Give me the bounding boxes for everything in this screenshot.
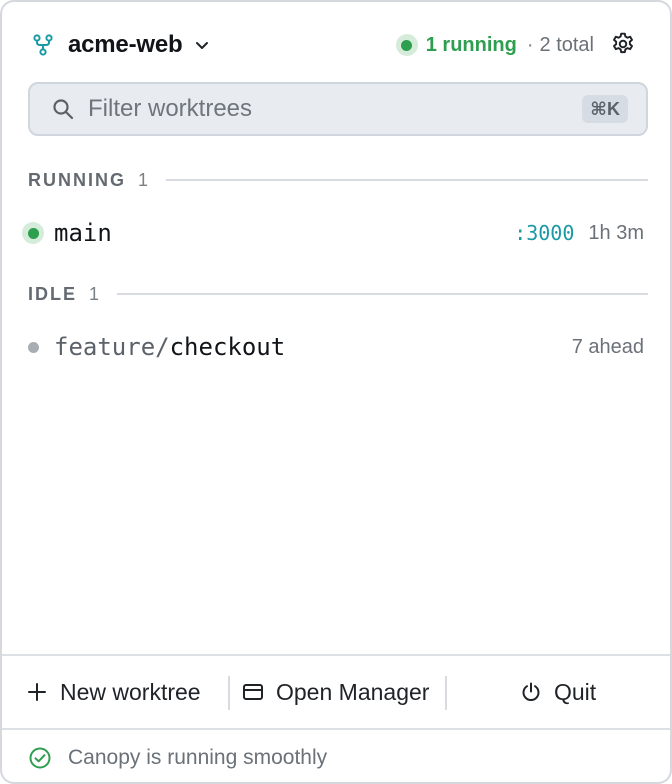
search-shortcut-badge: ⌘K [582,95,628,123]
running-count: 1 running [425,33,517,56]
running-status-icon [22,222,44,244]
worktree-meta: :3000 1h 3m [514,221,644,245]
repo-switcher[interactable]: acme-web [32,28,210,62]
footer-divider [228,676,230,710]
worktree-name: main [54,219,112,247]
summary-separator: · [526,33,534,56]
footer-divider [445,676,447,710]
plus-icon [26,681,60,703]
worktree-row-feature-checkout[interactable]: feature/checkout 7 ahead [2,325,670,369]
worktree-row-main[interactable]: main :3000 1h 3m [2,211,670,255]
git-branch-icon [32,34,54,56]
section-divider [117,293,648,295]
search-icon [52,98,74,120]
worktree-port-link[interactable]: :3000 [514,221,574,245]
power-icon [520,681,554,703]
open-manager-button[interactable]: Open Manager [242,656,429,728]
section-title: IDLE [28,283,78,304]
search-box: ⌘K [28,82,648,136]
gear-icon[interactable] [610,31,636,57]
check-circle-icon [28,746,52,770]
branch-name: checkout [169,333,286,361]
idle-section-header: IDLE 1 [28,282,648,306]
worktree-uptime: 1h 3m [588,221,644,244]
branch-prefix: feature/ [54,333,170,361]
repo-name: acme-web [68,31,183,58]
section-count: 1 [89,283,100,304]
section-count: 1 [138,169,149,190]
open-manager-label: Open Manager [276,678,430,705]
running-section-header: RUNNING 1 [28,168,648,192]
chevron-down-icon [194,37,210,53]
worktree-ahead-count: 7 ahead [571,335,644,358]
running-status-icon [395,34,418,56]
total-count: 2 total [539,33,594,56]
status-bar: Canopy is running smoothly [2,728,670,782]
canopy-popover: acme-web 1 running · 2 total ⌘K [0,0,672,784]
quit-label: Quit [554,678,597,705]
footer-actions: New worktree Open Manager Quit [2,654,670,728]
section-divider [166,179,648,181]
new-worktree-label: New worktree [60,678,201,705]
worktree-meta: 7 ahead [572,336,644,359]
worktree-name: feature/checkout [54,333,285,361]
quit-button[interactable]: Quit [520,656,596,728]
header: acme-web 1 running · 2 total [2,2,670,82]
status-message: Canopy is running smoothly [68,746,328,769]
idle-status-icon [22,336,44,358]
running-summary: 1 running · 2 total [395,32,594,58]
window-icon [242,681,276,703]
new-worktree-button[interactable]: New worktree [26,656,201,728]
section-title: RUNNING [28,169,126,190]
search-input[interactable] [88,84,583,134]
